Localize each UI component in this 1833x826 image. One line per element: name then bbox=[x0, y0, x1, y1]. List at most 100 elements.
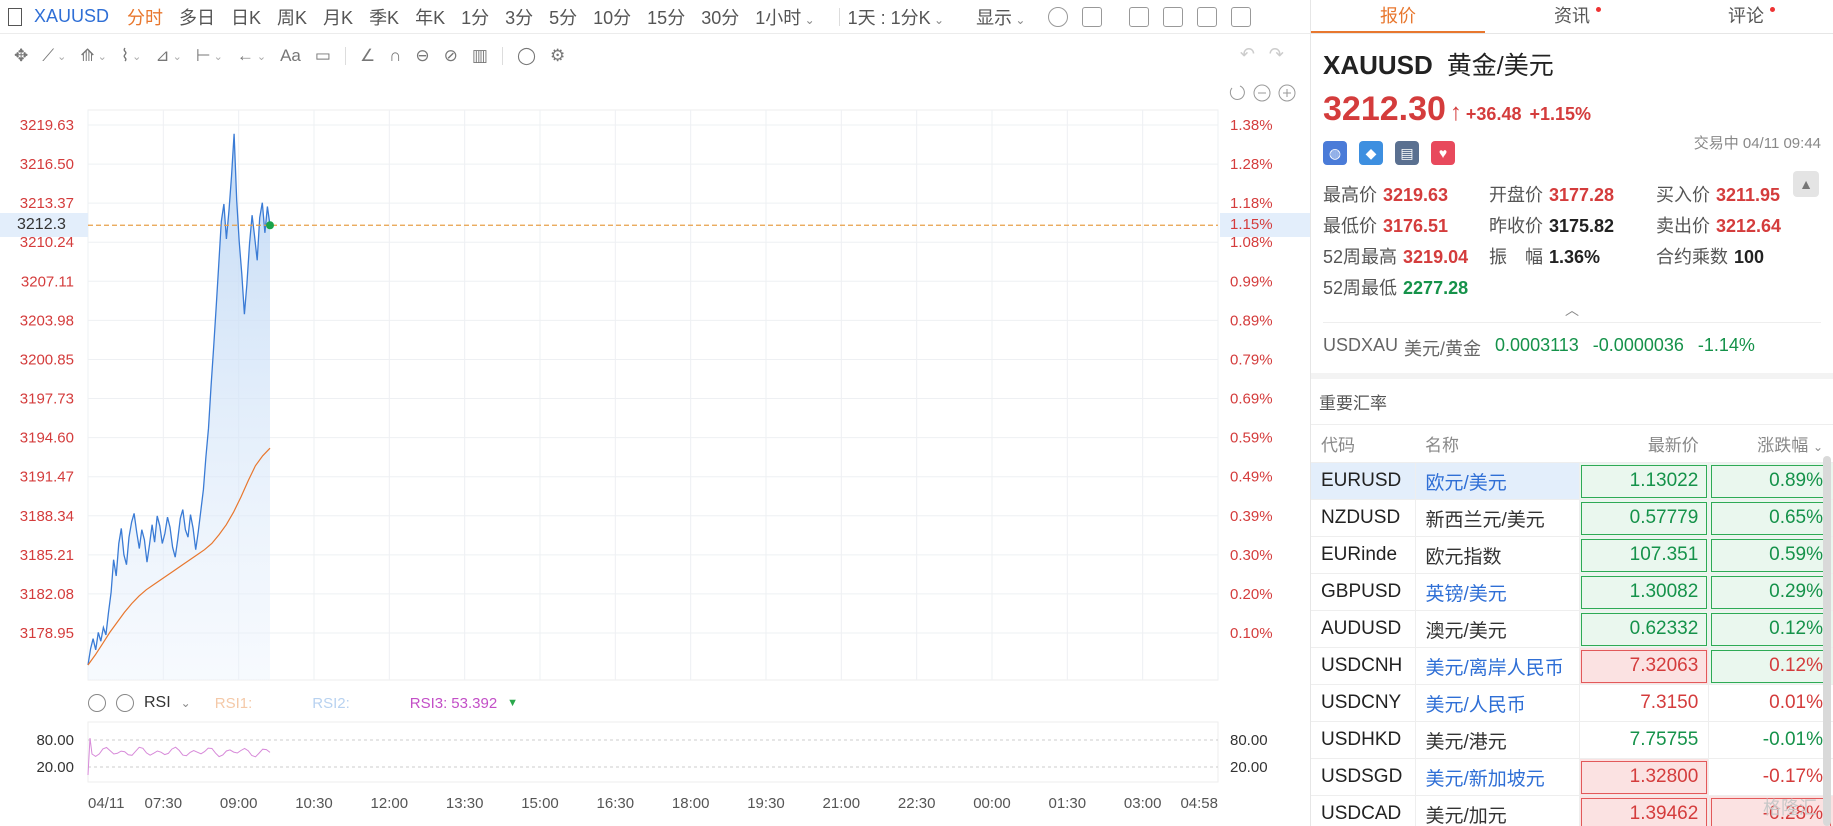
rate-price: 0.57779 bbox=[1578, 499, 1709, 537]
app-root: XAUUSD 分时 多日 日K 周K 月K 季K 年K 1分 3分 5分 10分 15分 30分 1小时… bbox=[0, 0, 1833, 826]
stat-value: 2277.28 bbox=[1403, 278, 1469, 298]
tab-quote[interactable]: 报价 bbox=[1311, 0, 1485, 33]
instrument-name: 黄金/美元 bbox=[1446, 52, 1554, 80]
notification-dot bbox=[1770, 7, 1775, 12]
rate-name: 美元/人民币 bbox=[1414, 684, 1579, 722]
tab-news[interactable]: 资讯 bbox=[1485, 0, 1659, 33]
rate-name: 澳元/美元 bbox=[1414, 610, 1579, 648]
close-icon[interactable] bbox=[116, 694, 134, 712]
x-tick-label: 04:58 bbox=[1180, 795, 1218, 812]
inverse-quote[interactable]: USDXAU 美元/黄金 0.0003113 -0.0000036 -1.14% bbox=[1323, 322, 1821, 373]
x-tick-label: 15:00 bbox=[521, 795, 559, 812]
tab-label: 资讯 bbox=[1554, 6, 1590, 26]
x-tick-label: 22:30 bbox=[898, 795, 936, 812]
x-tick-label: 18:00 bbox=[672, 795, 710, 812]
stat-label: 52周最高 bbox=[1323, 247, 1398, 267]
globe-icon[interactable]: ◍ bbox=[1323, 141, 1347, 165]
x-tick-label: 00:00 bbox=[973, 795, 1011, 812]
stat-label: 52周最低 bbox=[1323, 278, 1398, 298]
rate-row[interactable]: GBPUSD 英镑/美元 1.30082 0.29% bbox=[1311, 573, 1833, 611]
caret-down-icon[interactable]: ▼ bbox=[507, 697, 518, 709]
rate-price: 0.62332 bbox=[1578, 610, 1709, 648]
rate-pct: 0.59% bbox=[1708, 536, 1833, 574]
rate-pct: 0.29% bbox=[1708, 573, 1833, 611]
y-pct-tick-label: 0.20% bbox=[1230, 586, 1273, 603]
stat-value: 100 bbox=[1734, 247, 1765, 267]
y-tick-label: 3203.98 bbox=[20, 312, 74, 329]
rsi-label: RSI bbox=[144, 694, 171, 711]
rate-pct: 0.65% bbox=[1708, 499, 1833, 537]
rate-price: 1.30082 bbox=[1578, 573, 1709, 611]
reset-icon bbox=[1229, 85, 1245, 100]
rsi-header: RSI ⌄ RSI1: RSI2: RSI3: 53.392 ▼ bbox=[88, 692, 518, 714]
up-arrow-icon: ↑ bbox=[1449, 99, 1462, 126]
stat-label: 最高价 bbox=[1323, 185, 1377, 205]
rate-row[interactable]: NZDUSD 新西兰元/美元 0.57779 0.65% bbox=[1311, 499, 1833, 537]
rate-row[interactable]: USDCAD 美元/加元 1.39462 -0.28% bbox=[1311, 795, 1833, 826]
y-tick-label: 3200.85 bbox=[20, 351, 74, 368]
col-code[interactable]: 代码 bbox=[1311, 424, 1415, 463]
rsi-level-label: 20.00 bbox=[1230, 759, 1268, 776]
y-tick-label: 3207.11 bbox=[21, 273, 74, 290]
y-tick-label: 3213.37 bbox=[20, 195, 74, 212]
panel-tabs: 报价 资讯 评论 bbox=[1311, 0, 1833, 34]
rate-row[interactable]: USDCNH 美元/离岸人民币 7.32063 0.12% bbox=[1311, 647, 1833, 685]
rate-name: 欧元指数 bbox=[1414, 536, 1579, 574]
tag-icon[interactable]: ◆ bbox=[1359, 141, 1383, 165]
last-price: 3212.30 bbox=[1323, 90, 1446, 128]
rate-code: EURinde bbox=[1311, 536, 1415, 574]
x-tick-label: 01:30 bbox=[1049, 795, 1087, 812]
stat-label: 振 幅 bbox=[1489, 247, 1543, 267]
rate-code: GBPUSD bbox=[1311, 573, 1415, 611]
stat-value: 3176.51 bbox=[1383, 216, 1449, 236]
inverse-name: 美元/黄金 bbox=[1404, 339, 1482, 359]
col-name[interactable]: 名称 bbox=[1415, 424, 1579, 463]
rate-row[interactable]: USDSGD 美元/新加坡元 1.32800 -0.17% bbox=[1311, 758, 1833, 796]
y-tick-label: 3219.63 bbox=[20, 117, 74, 134]
rate-pct: 0.12% bbox=[1708, 647, 1833, 685]
y-tick-label: 3191.47 bbox=[20, 469, 74, 486]
note-icon[interactable]: ▤ bbox=[1395, 141, 1419, 165]
rate-row[interactable]: USDHKD 美元/港元 7.75755 -0.01% bbox=[1311, 721, 1833, 759]
y-pct-tick-label: 1.38% bbox=[1230, 117, 1273, 134]
gear-icon[interactable] bbox=[88, 694, 106, 712]
rate-row[interactable]: EURUSD 欧元/美元 1.13022 0.89% bbox=[1311, 462, 1833, 500]
rate-row[interactable]: EURinde 欧元指数 107.351 0.59% bbox=[1311, 536, 1833, 574]
col-pct[interactable]: 涨跌幅 ⌄ bbox=[1708, 424, 1833, 463]
stat-item: 卖出价 3212.64 bbox=[1656, 212, 1826, 238]
rate-row[interactable]: USDCNY 美元/人民币 7.3150 0.01% bbox=[1311, 684, 1833, 722]
heart-icon[interactable]: ♥ bbox=[1431, 141, 1455, 165]
rate-name: 英镑/美元 bbox=[1414, 573, 1579, 611]
rate-row[interactable]: AUDUSD 澳元/美元 0.62332 0.12% bbox=[1311, 610, 1833, 648]
stat-item: 最高价 3219.63 bbox=[1323, 181, 1489, 207]
quote-stats: 最高价 3219.63 开盘价 3177.28 买入价 3211.95 最低价 3176.51… bbox=[1323, 181, 1821, 300]
y-pct-tick-label: 1.18% bbox=[1230, 195, 1273, 212]
x-tick-label: 03:00 bbox=[1124, 795, 1162, 812]
y-pct-tick-label: 0.10% bbox=[1230, 625, 1273, 642]
trading-status: 交易中 04/11 09:44 bbox=[1693, 135, 1821, 152]
stat-item: 开盘价 3177.28 bbox=[1489, 181, 1656, 207]
stat-label: 合约乘数 bbox=[1656, 247, 1728, 267]
x-tick-label: 04/11 bbox=[88, 795, 124, 812]
inverse-code: USDXAU bbox=[1323, 335, 1399, 355]
rsi-frame bbox=[87, 721, 1219, 783]
chevron-up-icon[interactable]: ︿ bbox=[1323, 300, 1821, 318]
last-price-tag: 3212.3 bbox=[0, 213, 88, 238]
chevron-down-icon[interactable]: ⌄ bbox=[181, 696, 191, 710]
rate-code: USDCNH bbox=[1311, 647, 1415, 685]
rate-code: AUDUSD bbox=[1311, 610, 1415, 648]
rsi3-label: RSI3: bbox=[409, 694, 448, 712]
rate-price: 7.75755 bbox=[1578, 721, 1709, 759]
y-tick-label: 3182.08 bbox=[20, 586, 74, 603]
col-price[interactable]: 最新价 bbox=[1579, 424, 1709, 463]
scrollbar[interactable] bbox=[1823, 456, 1831, 826]
bell-icon[interactable]: ▲ bbox=[1793, 171, 1819, 197]
price-row: 3212.30 ↑ +36.48 +1.15% bbox=[1323, 90, 1821, 129]
notification-dot bbox=[1596, 7, 1601, 12]
stat-label: 最低价 bbox=[1323, 216, 1377, 236]
tab-comments[interactable]: 评论 bbox=[1659, 0, 1833, 33]
rate-pct: 0.01% bbox=[1708, 684, 1833, 722]
y-tick-label: 3178.95 bbox=[20, 625, 74, 642]
rates-header-row: 代码 名称 最新价 涨跌幅 ⌄ bbox=[1311, 424, 1833, 463]
y-pct-tick-label: 0.30% bbox=[1230, 547, 1273, 564]
